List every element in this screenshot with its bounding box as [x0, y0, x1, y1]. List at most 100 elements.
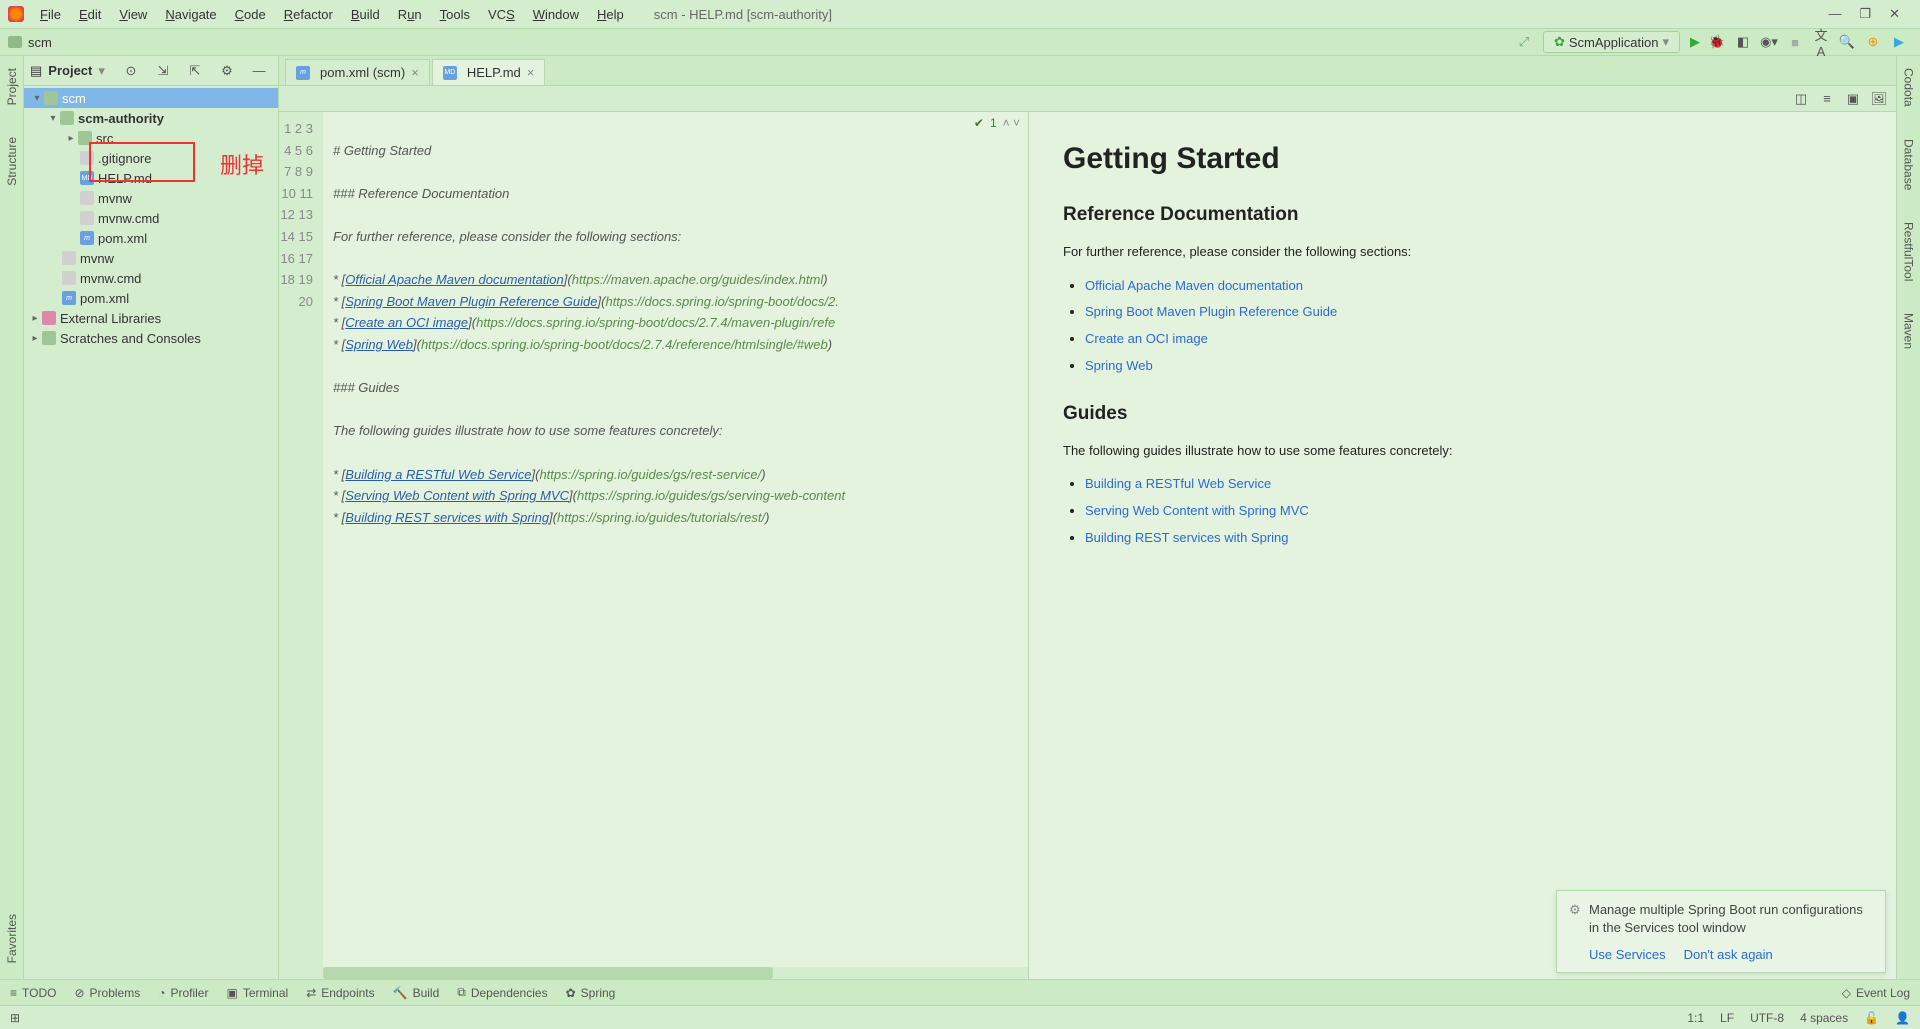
- code-editor[interactable]: 1 2 3 4 5 6 7 8 9 10 11 12 13 14 15 16 1…: [279, 112, 1029, 979]
- favorites-tool-tab[interactable]: Favorites: [3, 908, 21, 969]
- preview-h2-guides: Guides: [1063, 403, 1862, 425]
- app-icon: [8, 6, 24, 22]
- maximize-icon[interactable]: ❐: [1859, 6, 1871, 22]
- folder-icon: [8, 36, 22, 48]
- editor-image-icon[interactable]: 🖼: [1870, 91, 1888, 107]
- terminal-tool[interactable]: ▣ Terminal: [226, 986, 288, 1000]
- project-tool-tab[interactable]: Project: [3, 62, 21, 111]
- tab-help[interactable]: MDHELP.md×: [432, 59, 546, 85]
- preview-link[interactable]: Create an OCI image: [1085, 331, 1208, 346]
- preview-link[interactable]: Official Apache Maven documentation: [1085, 278, 1303, 293]
- left-tool-stripe: Project Structure Favorites: [0, 56, 24, 979]
- menu-build[interactable]: Build: [343, 4, 388, 25]
- line-gutter: 1 2 3 4 5 6 7 8 9 10 11 12 13 14 15 16 1…: [279, 112, 323, 979]
- update-icon[interactable]: ⊕: [1863, 34, 1883, 50]
- run-button[interactable]: ▶: [1690, 34, 1700, 50]
- structure-tool-tab[interactable]: Structure: [3, 131, 21, 192]
- event-log-tool[interactable]: ◇ Event Log: [1842, 986, 1910, 1000]
- tree-mvnwcmd2[interactable]: mvnw.cmd: [24, 268, 278, 288]
- todo-tool[interactable]: ≡ TODO: [10, 986, 56, 1000]
- readonly-icon[interactable]: 🔓: [1864, 1011, 1879, 1025]
- editor-tabs: mpom.xml (scm)× MDHELP.md×: [279, 56, 1896, 86]
- menu-view[interactable]: View: [111, 4, 155, 25]
- inspection-badge[interactable]: ✔1 ˄ ˅: [974, 116, 1020, 130]
- project-view-title[interactable]: Project: [48, 63, 92, 78]
- menu-tools[interactable]: Tools: [432, 4, 478, 25]
- stop-button[interactable]: ■: [1785, 35, 1805, 50]
- profiler-tool[interactable]: ◔ Profiler: [158, 986, 208, 1000]
- encoding[interactable]: UTF-8: [1750, 1011, 1784, 1025]
- tree-pom1[interactable]: mpom.xml: [24, 228, 278, 248]
- preview-link[interactable]: Spring Web: [1085, 358, 1153, 373]
- database-tool-tab[interactable]: Database: [1900, 133, 1918, 196]
- codota-icon[interactable]: ▶: [1889, 34, 1909, 50]
- tree-root[interactable]: ▾scm: [24, 88, 278, 108]
- preview-link[interactable]: Building a RESTful Web Service: [1085, 476, 1271, 491]
- menu-navigate[interactable]: Navigate: [157, 4, 224, 25]
- search-icon[interactable]: 🔍: [1837, 34, 1857, 50]
- tree-pom2[interactable]: mpom.xml: [24, 288, 278, 308]
- windows-icon[interactable]: ⊞: [10, 1011, 20, 1025]
- build-tool[interactable]: 🔨 Build: [393, 986, 440, 1000]
- close-tab-icon[interactable]: ×: [411, 65, 419, 80]
- menu-edit[interactable]: Edit: [71, 4, 109, 25]
- close-tab-icon[interactable]: ×: [527, 65, 535, 80]
- run-config-selector[interactable]: ✿ ScmApplication ▾: [1543, 31, 1680, 53]
- menu-refactor[interactable]: Refactor: [276, 4, 341, 25]
- tree-mvnwcmd1[interactable]: mvnw.cmd: [24, 208, 278, 228]
- navigation-bar: scm ⤢ ✿ ScmApplication ▾ ▶ 🐞 ◧ ◉▾ ■ 文A 🔍…: [0, 28, 1920, 56]
- code-content[interactable]: # Getting Started ### Reference Document…: [323, 112, 1028, 979]
- hide-icon[interactable]: —: [249, 63, 269, 78]
- menu-help[interactable]: Help: [589, 4, 632, 25]
- line-ending[interactable]: LF: [1720, 1011, 1734, 1025]
- preview-link[interactable]: Serving Web Content with Spring MVC: [1085, 503, 1309, 518]
- tree-mvnw2[interactable]: mvnw: [24, 248, 278, 268]
- project-view-icon[interactable]: ▤: [30, 63, 42, 79]
- preview-link[interactable]: Spring Boot Maven Plugin Reference Guide: [1085, 304, 1337, 319]
- problems-tool[interactable]: ⊘ Problems: [74, 986, 140, 1000]
- annotation-text: 删掉: [220, 148, 264, 180]
- debug-button[interactable]: 🐞: [1707, 34, 1727, 50]
- notification-dont-ask[interactable]: Don't ask again: [1684, 947, 1773, 962]
- menu-code[interactable]: Code: [227, 4, 274, 25]
- expand-icon[interactable]: ⇲: [153, 63, 173, 79]
- maven-tool-tab[interactable]: Maven: [1900, 307, 1918, 355]
- spring-tool[interactable]: ✿ Spring: [566, 986, 616, 1000]
- tree-external-libs[interactable]: ▸External Libraries: [24, 308, 278, 328]
- caret-position[interactable]: 1:1: [1687, 1011, 1704, 1025]
- codota-tool-tab[interactable]: Codota: [1900, 62, 1918, 113]
- preview-link[interactable]: Building REST services with Spring: [1085, 530, 1289, 545]
- profile-button[interactable]: ◉▾: [1759, 34, 1779, 50]
- scrollbar-thumb[interactable]: [323, 967, 773, 979]
- endpoints-tool[interactable]: ⇄ Endpoints: [306, 986, 374, 1000]
- indent[interactable]: 4 spaces: [1800, 1011, 1848, 1025]
- tree-mvnw1[interactable]: mvnw: [24, 188, 278, 208]
- close-icon[interactable]: ✕: [1889, 6, 1900, 22]
- menu-window[interactable]: Window: [525, 4, 587, 25]
- project-tree[interactable]: ▾scm ▾scm-authority ▸src .gitignore MDHE…: [24, 86, 278, 979]
- menu-run[interactable]: Run: [390, 4, 430, 25]
- notification-use-services[interactable]: Use Services: [1589, 947, 1666, 962]
- status-bar: ⊞ 1:1 LF UTF-8 4 spaces 🔓 👤: [0, 1005, 1920, 1029]
- translate-icon[interactable]: 文A: [1811, 25, 1831, 59]
- collapse-icon[interactable]: ⇱: [185, 63, 205, 79]
- restful-tool-tab[interactable]: RestfulTool: [1900, 216, 1918, 287]
- editor-split-icon[interactable]: ◫: [1792, 91, 1810, 107]
- dependencies-tool[interactable]: ⧉ Dependencies: [457, 985, 547, 1000]
- tree-module[interactable]: ▾scm-authority: [24, 108, 278, 128]
- coverage-button[interactable]: ◧: [1733, 34, 1753, 50]
- menu-vcs[interactable]: VCS: [480, 4, 523, 25]
- locate-icon[interactable]: ⊙: [121, 63, 141, 79]
- build-icon[interactable]: ⤢: [1514, 34, 1534, 50]
- tree-scratches[interactable]: ▸Scratches and Consoles: [24, 328, 278, 348]
- tab-pom[interactable]: mpom.xml (scm)×: [285, 59, 430, 85]
- editor-only-icon[interactable]: ≡: [1818, 91, 1836, 106]
- gear-icon[interactable]: ⚙: [217, 63, 237, 79]
- chevron-down-icon[interactable]: ▾: [98, 63, 105, 79]
- menu-file[interactable]: File: [32, 4, 69, 25]
- horizontal-scrollbar[interactable]: [323, 967, 1028, 979]
- minimize-icon[interactable]: —: [1828, 6, 1841, 22]
- editor-preview-icon[interactable]: ▣: [1844, 91, 1862, 107]
- inspector-icon[interactable]: 👤: [1895, 1011, 1910, 1025]
- breadcrumb[interactable]: scm: [28, 35, 52, 50]
